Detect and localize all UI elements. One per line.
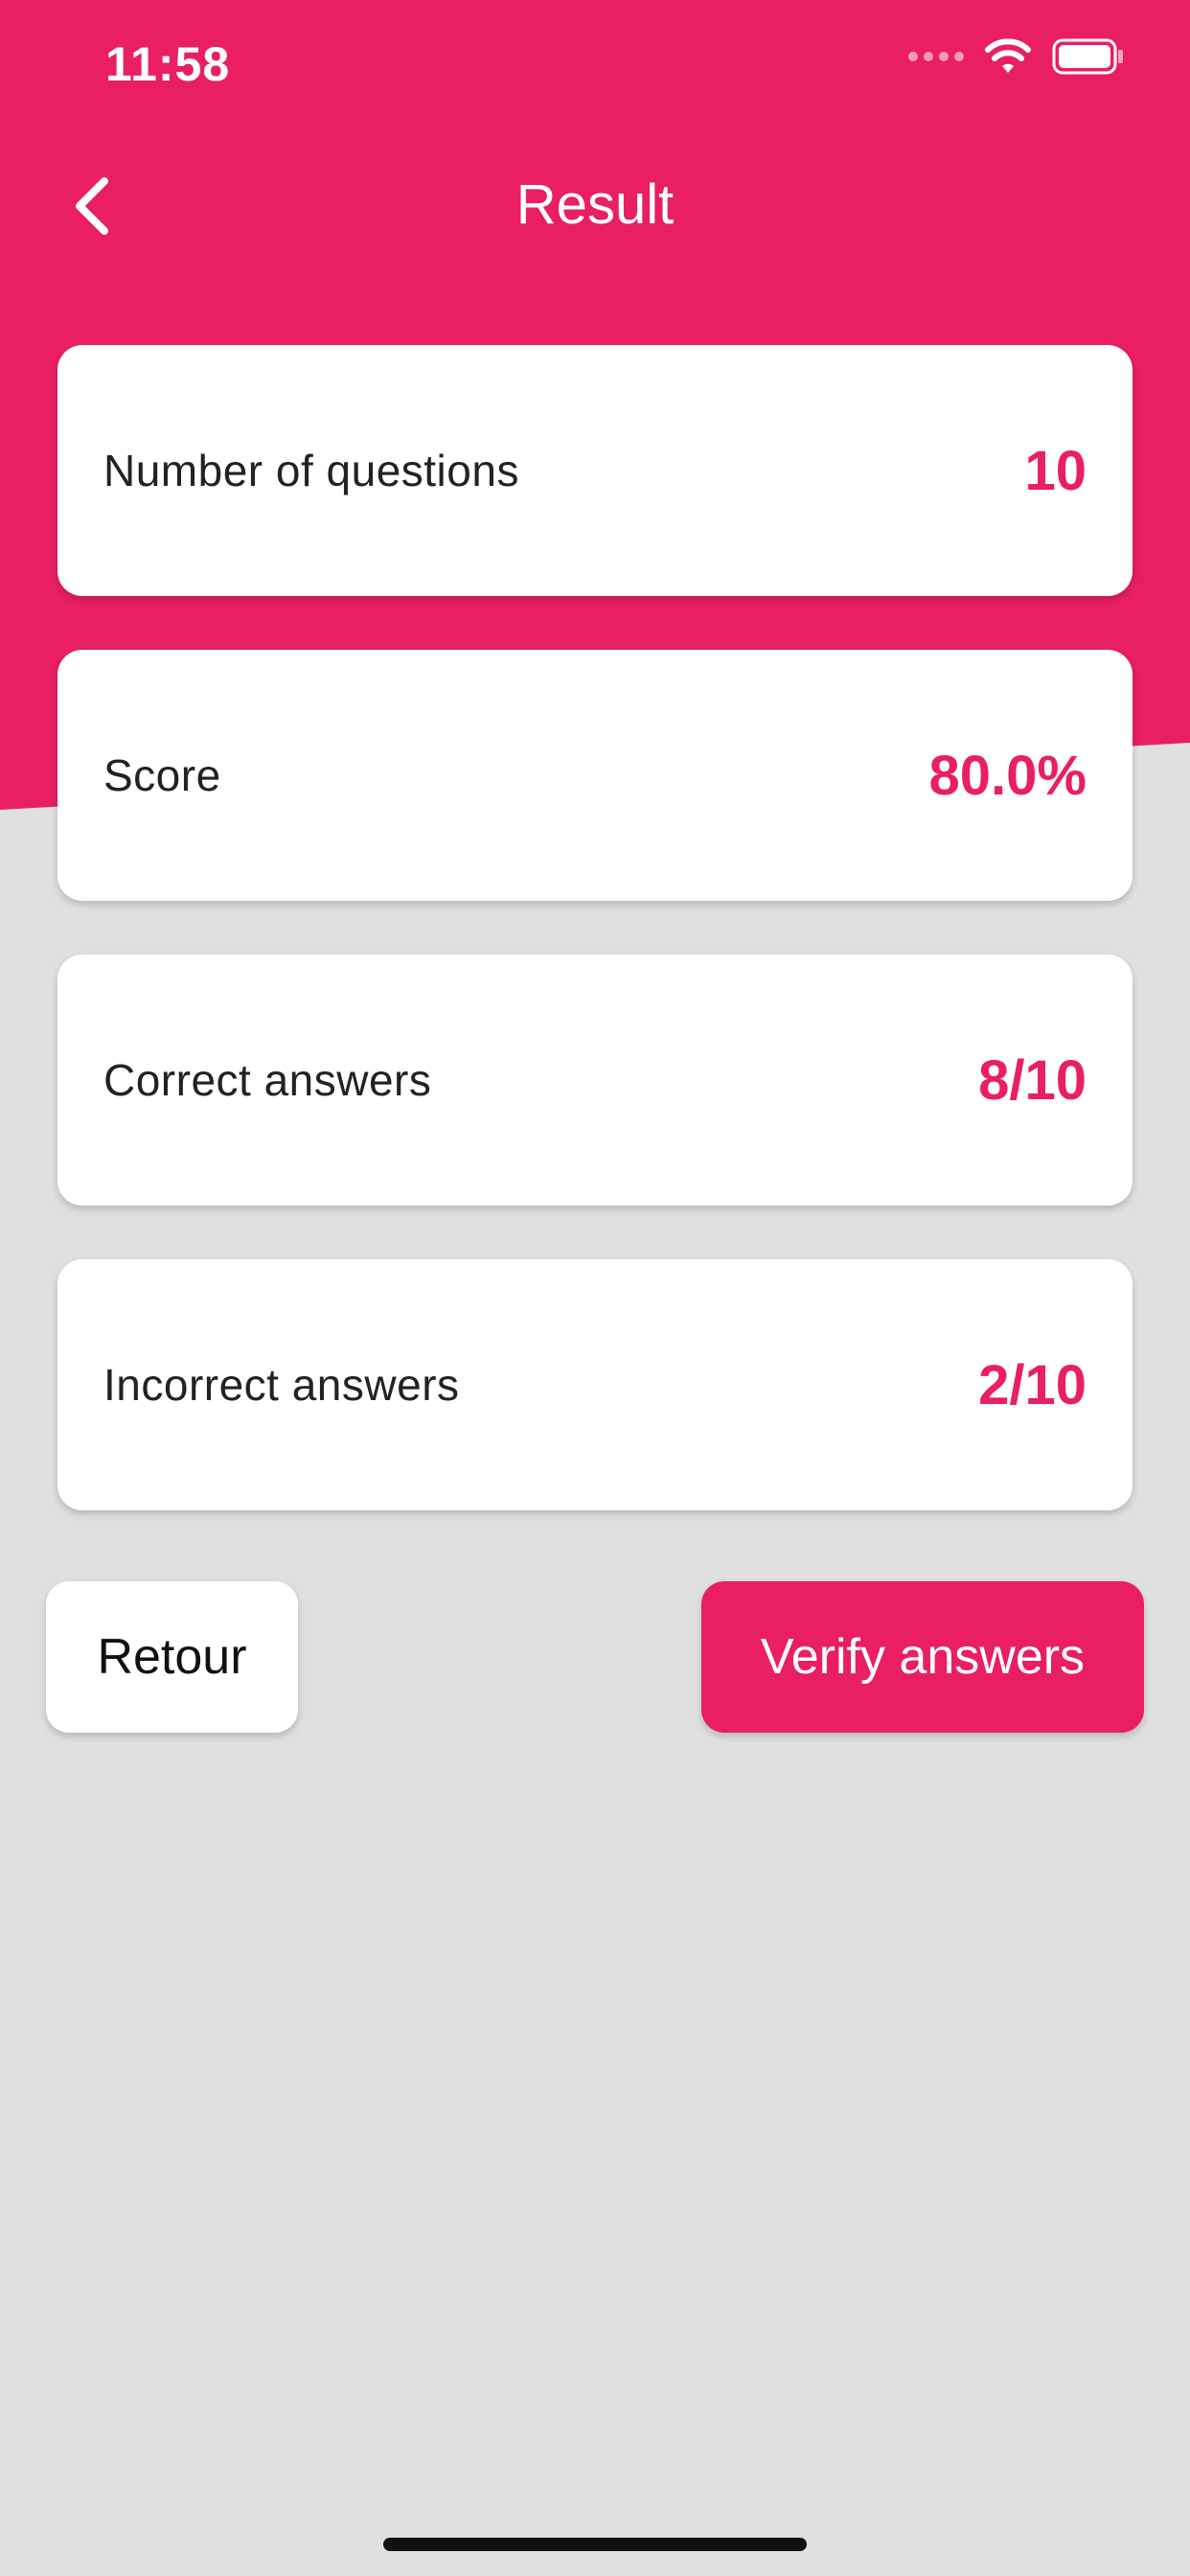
status-time: 11:58 (105, 37, 231, 91)
home-indicator (383, 2538, 807, 2551)
result-value: 2/10 (978, 1353, 1087, 1416)
navigation-bar: Result (0, 153, 1190, 259)
result-card-correct: Correct answers 8/10 (57, 954, 1133, 1206)
result-value: 10 (1024, 439, 1087, 502)
wifi-icon (985, 38, 1031, 73)
battery-icon (1052, 38, 1123, 75)
result-label: Number of questions (103, 446, 519, 495)
result-value: 80.0% (928, 744, 1087, 807)
result-card-incorrect: Incorrect answers 2/10 (57, 1259, 1133, 1510)
result-label: Incorrect answers (103, 1360, 460, 1410)
result-value: 8/10 (978, 1048, 1087, 1112)
verify-answers-button[interactable]: Verify answers (701, 1581, 1144, 1733)
result-card-questions: Number of questions 10 (57, 345, 1133, 596)
result-label: Score (103, 750, 221, 800)
action-buttons: Retour Verify answers (46, 1581, 1144, 1733)
signal-icon (908, 52, 964, 61)
results-list: Number of questions 10 Score 80.0% Corre… (57, 345, 1133, 1564)
result-card-score: Score 80.0% (57, 650, 1133, 901)
page-title: Result (515, 173, 675, 236)
retour-button[interactable]: Retour (46, 1581, 298, 1733)
status-bar: 11:58 (0, 0, 1190, 134)
status-icons (908, 38, 1125, 75)
result-label: Correct answers (103, 1055, 432, 1105)
